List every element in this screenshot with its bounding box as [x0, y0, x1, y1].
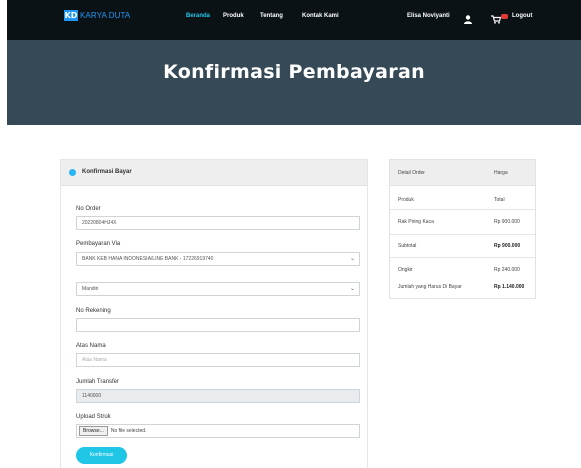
row-value-total: Rp 1.140.000: [494, 284, 525, 290]
no-file-text: No file selected.: [110, 428, 147, 434]
row-label-subtotal: Subtotal: [398, 243, 417, 249]
user-name[interactable]: Elisa Noviyanti: [407, 13, 450, 19]
brand-mark: KD: [64, 10, 78, 21]
page-title: Konfirmasi Pembayaran: [163, 61, 425, 83]
jumlah-input: 1140000: [76, 389, 360, 403]
pembayaran-select[interactable]: BANK KEB HANA INDONESIA/LINE BANK - 1722…: [76, 252, 360, 266]
row-label-ongkir: Ongkir: [398, 267, 413, 273]
row-value-subtotal: Rp 900.000: [494, 243, 521, 249]
nav-link-tentang[interactable]: Tentang: [260, 13, 283, 19]
brand-name: KARYA DUTA: [80, 11, 131, 20]
bank-select[interactable]: Mandiri ⌄: [76, 282, 360, 296]
rekening-input[interactable]: [76, 318, 360, 332]
konfirmasi-button[interactable]: Konfirmasi: [76, 447, 127, 464]
page: KD KARYA DUTA Beranda Produk Tentang Kon…: [0, 0, 581, 468]
row-value-item: Rp 900.000: [494, 219, 520, 225]
row-value-ongkir: Rp 240.000: [494, 267, 520, 273]
row-divider: [390, 234, 535, 235]
upload-label: Upload Struk: [76, 414, 111, 420]
atas-nama-label: Atas Nama: [76, 343, 106, 349]
rekening-label: No Rekening: [76, 308, 111, 314]
chevron-down-icon: ⌄: [349, 286, 355, 292]
card-header: Konfirmasi Bayar: [61, 160, 367, 186]
atas-nama-placeholder: Atas Nama: [82, 357, 107, 363]
bank-value: Mandiri: [82, 286, 99, 292]
nav-link-beranda[interactable]: Beranda: [186, 13, 210, 19]
browse-button[interactable]: Browse...: [79, 426, 108, 436]
row-label-produk: Produk: [398, 197, 414, 203]
row-value-produk: Total: [494, 197, 505, 203]
cart-icon[interactable]: [491, 11, 502, 29]
logout-link[interactable]: Logout: [512, 13, 532, 19]
upload-file-input[interactable]: Browse... No file selected.: [76, 424, 360, 438]
navbar: KD KARYA DUTA Beranda Produk Tentang Kon…: [7, 0, 581, 40]
pembayaran-value: BANK KEB HANA INDONESIA/LINE BANK - 1722…: [82, 256, 214, 262]
no-order-input[interactable]: 20220804HJ4X: [76, 216, 360, 230]
atas-nama-input[interactable]: Atas Nama: [76, 353, 360, 367]
card-title: Konfirmasi Bayar: [82, 169, 132, 175]
jumlah-value: 1140000: [82, 393, 102, 399]
no-order-label: No Order: [76, 206, 101, 212]
nav-link-produk[interactable]: Produk: [223, 13, 244, 19]
row-label-item: Rak Piring Kaca: [398, 219, 434, 225]
chevron-down-icon: ⌄: [349, 256, 355, 262]
col-detail-order: Detail Order: [398, 170, 425, 176]
order-table-header: Detail Order Harga: [390, 160, 535, 186]
bullet-icon: [69, 169, 76, 176]
confirm-payment-card: Konfirmasi Bayar No Order 20220804HJ4X P…: [60, 159, 368, 468]
col-harga: Harga: [494, 170, 508, 176]
cart-count-badge: [501, 14, 508, 19]
page-banner: Konfirmasi Pembayaran: [7, 40, 581, 125]
row-label-total: Jumlah yang Harus Di Bayar: [398, 284, 462, 290]
jumlah-label: Jumlah Transfer: [76, 379, 120, 385]
user-icon[interactable]: [464, 11, 472, 29]
pembayaran-label: Pembayaran Via: [76, 241, 121, 247]
row-divider: [390, 257, 535, 258]
order-detail-table: Detail Order Harga Produk Total Rak Piri…: [389, 159, 536, 299]
no-order-value: 20220804HJ4X: [82, 220, 117, 226]
brand-logo[interactable]: KD KARYA DUTA: [64, 10, 130, 21]
nav-link-kontak[interactable]: Kontak Kami: [302, 13, 339, 19]
row-divider: [390, 209, 535, 210]
